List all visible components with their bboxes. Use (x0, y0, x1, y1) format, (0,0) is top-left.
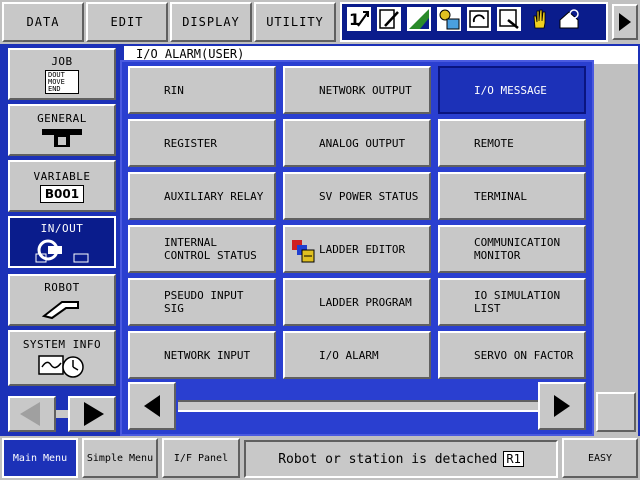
servo-icon[interactable] (496, 6, 522, 32)
submenu-ladder-program-button[interactable]: LADDER PROGRAM (283, 278, 431, 326)
submenu-analog-output-button[interactable]: ANALOG OUTPUT (283, 119, 431, 167)
coordinate-icon[interactable]: 1 (346, 6, 372, 32)
arrow-left-icon (144, 395, 160, 417)
status-message: Robot or station is detached R1 (244, 440, 558, 478)
menu-utility[interactable]: UTILITY (254, 2, 336, 42)
side-next-button[interactable] (68, 396, 116, 432)
submenu-item-label: AUXILIARY RELAY (164, 189, 264, 203)
easy-button[interactable]: EASY (562, 438, 638, 478)
submenu-item-label: I/O ALARM (319, 348, 379, 362)
job-icon-line: END (48, 84, 61, 93)
side-job-button[interactable]: JOB DOUT MOVE END (8, 48, 116, 100)
submenu-scroll-right-button[interactable] (538, 382, 586, 430)
side-robot-label: ROBOT (44, 280, 80, 294)
side-system-info-button[interactable]: SYSTEM INFO (8, 330, 116, 386)
job-icon: DOUT MOVE END (45, 69, 79, 94)
submenu-register-button[interactable]: REGISTER (128, 119, 276, 167)
arrow-left-icon (20, 402, 40, 426)
simple-menu-button[interactable]: Simple Menu (82, 438, 158, 478)
submenu-communication-monitor-button[interactable]: COMMUNICATION MONITOR (438, 225, 586, 273)
submenu-item-label: NETWORK OUTPUT (319, 83, 412, 97)
submenu-i-o-message-button[interactable]: I/O MESSAGE (438, 66, 586, 114)
submenu-item-label: SV POWER STATUS (319, 189, 419, 203)
submenu-item-label: RIN (164, 83, 184, 97)
inout-connector-icon (35, 239, 89, 262)
submenu-item-label: INTERNAL CONTROL STATUS (164, 236, 257, 262)
menu-edit[interactable]: EDIT (86, 2, 168, 42)
submenu-item-label: SERVO ON FACTOR (474, 348, 574, 362)
submenu-item-label: IO SIMULATION LIST (474, 289, 561, 315)
submenu-network-input-button[interactable]: NETWORK INPUT (128, 331, 276, 379)
side-job-label: JOB (51, 54, 73, 68)
submenu-rin-button[interactable]: RIN (128, 66, 276, 114)
general-tool-icon (42, 128, 82, 147)
submenu-i-o-alarm-button[interactable]: I/O ALARM (283, 331, 431, 379)
side-variable-button[interactable]: VARIABLE B001 (8, 160, 116, 212)
side-general-label: GENERAL (37, 111, 87, 125)
arrow-right-icon (554, 395, 570, 417)
if-panel-button[interactable]: I/F Panel (162, 438, 240, 478)
right-panel-box (596, 392, 636, 432)
side-robot-button[interactable]: ROBOT (8, 274, 116, 326)
robot-arm-icon (41, 300, 79, 319)
submenu-terminal-button[interactable]: TERMINAL (438, 172, 586, 220)
submenu-internal-control-status-button[interactable]: INTERNAL CONTROL STATUS (128, 225, 276, 273)
submenu-item-label: LADDER PROGRAM (319, 295, 412, 309)
arrow-right-icon (84, 402, 104, 426)
submenu-sv-power-status-button[interactable]: SV POWER STATUS (283, 172, 431, 220)
ladder-editor-icon (292, 240, 315, 263)
hand-icon[interactable] (526, 6, 552, 32)
submenu-item-label: REGISTER (164, 136, 217, 150)
side-inout-label: IN/OUT (40, 221, 84, 235)
submenu-item-label: COMMUNICATION MONITOR (474, 236, 561, 262)
submenu-item-label: I/O MESSAGE (474, 83, 547, 97)
submenu-item-label: NETWORK INPUT (164, 348, 251, 362)
play-icon[interactable] (436, 6, 462, 32)
submenu-item-label: PSEUDO INPUT SIG (164, 289, 244, 315)
top-menu-bar: DATA EDIT DISPLAY UTILITY 1 (0, 0, 640, 44)
variable-badge: B001 (39, 184, 85, 203)
submenu-pseudo-input-sig-button[interactable]: PSEUDO INPUT SIG (128, 278, 276, 326)
submenu-item-label: REMOTE (474, 136, 514, 150)
submenu-servo-on-factor-button[interactable]: SERVO ON FACTOR (438, 331, 586, 379)
cycle-icon[interactable] (466, 6, 492, 32)
submenu-scroll-track[interactable] (178, 400, 538, 412)
side-nav-link (56, 410, 68, 418)
submenu-auxiliary-relay-button[interactable]: AUXILIARY RELAY (128, 172, 276, 220)
system-info-icon (38, 354, 84, 378)
speed-icon[interactable] (406, 6, 432, 32)
submenu-scroll-left-button[interactable] (128, 382, 176, 430)
robot-badge: R1 (503, 451, 524, 467)
side-inout-button[interactable]: IN/OUT (8, 216, 116, 268)
submenu-item-label: TERMINAL (474, 189, 527, 203)
submenu-io-simulation-list-button[interactable]: IO SIMULATION LIST (438, 278, 586, 326)
edit-mode-icon[interactable] (376, 6, 402, 32)
submenu-ladder-editor-button[interactable]: LADDER EDITOR (283, 225, 431, 273)
security-icon[interactable] (556, 6, 582, 32)
side-general-button[interactable]: GENERAL (8, 104, 116, 156)
submenu-network-output-button[interactable]: NETWORK OUTPUT (283, 66, 431, 114)
main-menu-button[interactable]: Main Menu (2, 438, 78, 478)
next-page-button[interactable] (612, 4, 638, 40)
play-right-icon (619, 13, 631, 31)
menu-data[interactable]: DATA (2, 2, 84, 42)
menu-display[interactable]: DISPLAY (170, 2, 252, 42)
side-prev-button[interactable] (8, 396, 56, 432)
status-message-text: Robot or station is detached (278, 451, 498, 467)
submenu-item-label: ANALOG OUTPUT (319, 136, 406, 150)
side-system-info-label: SYSTEM INFO (22, 337, 102, 351)
right-panel (594, 64, 638, 436)
submenu-remote-button[interactable]: REMOTE (438, 119, 586, 167)
side-variable-label: VARIABLE (33, 169, 91, 183)
